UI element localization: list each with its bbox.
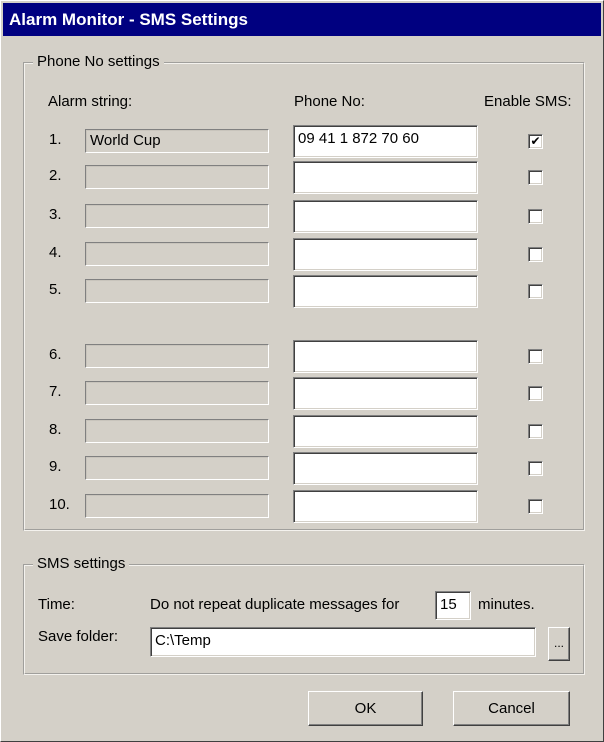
alarm-string-field — [85, 494, 269, 518]
browse-button[interactable]: ... — [548, 627, 570, 661]
repeat-text: Do not repeat duplicate messages for — [150, 596, 400, 613]
alarm-string-field — [85, 381, 269, 405]
minutes-input[interactable]: 15 — [435, 591, 471, 620]
enable-sms-checkbox[interactable] — [528, 209, 543, 224]
alarm-string-field — [85, 165, 269, 189]
sms-settings-legend: SMS settings — [33, 555, 130, 573]
row-number: 5. — [49, 281, 62, 298]
row-number: 6. — [49, 346, 62, 363]
enable-sms-header: Enable SMS: — [484, 93, 572, 110]
phone-number-input[interactable] — [293, 377, 478, 410]
enable-sms-checkbox[interactable] — [528, 349, 543, 364]
enable-sms-checkbox[interactable]: ✔ — [528, 134, 543, 149]
enable-sms-checkbox[interactable] — [528, 284, 543, 299]
save-folder-input[interactable]: C:\Temp — [150, 627, 536, 657]
enable-sms-checkbox[interactable] — [528, 461, 543, 476]
phone-number-input[interactable] — [293, 452, 478, 485]
ok-button[interactable]: OK — [308, 691, 423, 726]
alarm-string-field — [85, 419, 269, 443]
phone-number-input[interactable] — [293, 200, 478, 233]
alarm-string-header: Alarm string: — [48, 93, 133, 110]
phone-number-input[interactable] — [293, 275, 478, 308]
save-folder-label: Save folder: — [38, 628, 119, 645]
enable-sms-checkbox[interactable] — [528, 247, 543, 262]
enable-sms-checkbox[interactable] — [528, 170, 543, 185]
window-title: Alarm Monitor - SMS Settings — [3, 3, 601, 36]
row-number: 8. — [49, 421, 62, 438]
check-mark-icon: ✔ — [530, 134, 541, 148]
enable-sms-checkbox[interactable] — [528, 424, 543, 439]
phone-number-input[interactable] — [293, 490, 478, 523]
row-number: 10. — [49, 496, 70, 513]
alarm-string-field — [85, 279, 269, 303]
row-number: 1. — [49, 131, 62, 148]
alarm-string-field — [85, 344, 269, 368]
phone-number-input[interactable] — [293, 238, 478, 271]
alarm-string-field — [85, 242, 269, 266]
row-number: 3. — [49, 206, 62, 223]
phone-number-input[interactable] — [293, 161, 478, 194]
phone-number-input[interactable] — [293, 415, 478, 448]
row-number: 7. — [49, 383, 62, 400]
sms-settings-group: SMS settings — [23, 555, 585, 675]
sms-settings-dialog: Alarm Monitor - SMS Settings Phone No se… — [0, 0, 604, 742]
phone-settings-legend: Phone No settings — [33, 53, 164, 71]
row-number: 4. — [49, 244, 62, 261]
phone-number-input[interactable]: 09 41 1 872 70 60 — [293, 125, 478, 158]
row-number: 2. — [49, 167, 62, 184]
enable-sms-checkbox[interactable] — [528, 386, 543, 401]
alarm-string-field — [85, 456, 269, 480]
enable-sms-checkbox[interactable] — [528, 499, 543, 514]
row-number: 9. — [49, 458, 62, 475]
phone-no-header: Phone No: — [294, 93, 365, 110]
minutes-label: minutes. — [478, 596, 535, 613]
alarm-string-field — [85, 204, 269, 228]
phone-number-input[interactable] — [293, 340, 478, 373]
cancel-button[interactable]: Cancel — [453, 691, 570, 726]
time-label: Time: — [38, 596, 75, 613]
alarm-string-field: World Cup — [85, 129, 269, 153]
